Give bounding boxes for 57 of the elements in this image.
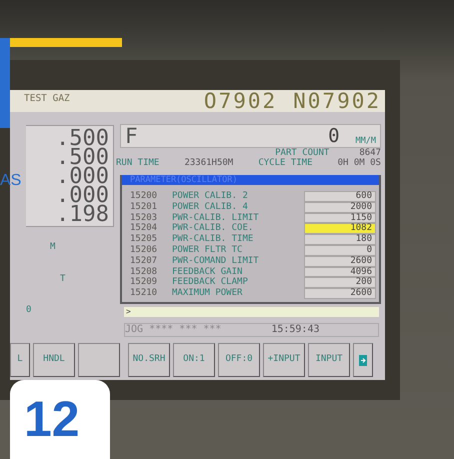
parameter-number: 15203	[130, 212, 158, 223]
feed-label: F	[125, 126, 138, 146]
cycle-time-label: CYCLE TIME	[258, 158, 313, 168]
parameter-value[interactable]: 4096	[304, 266, 376, 278]
parameter-name: PWR-CALIB. TIME	[172, 234, 254, 245]
axis-value: .000	[55, 167, 109, 186]
parameter-number: 15200	[130, 191, 158, 202]
run-time-value: 23361H50M	[184, 158, 234, 168]
parameter-value[interactable]: 2000	[304, 202, 376, 213]
parameter-number: 15207	[130, 256, 158, 267]
cycle-time-value: 0H 0M 0S	[338, 158, 381, 168]
parameter-name: POWER CALIB. 4	[172, 202, 249, 213]
parameter-name: PWR-COMAND LIMIT	[172, 256, 260, 267]
axis-value: .500	[55, 129, 109, 148]
parameter-name: FEEDBACK CLAMP	[172, 277, 249, 288]
parameter-value[interactable]: 2600	[304, 256, 376, 267]
parameter-name: MAXIMUM POWER	[172, 288, 244, 299]
feed-unit: MM/M	[356, 134, 376, 148]
parameter-number: 15205	[130, 234, 158, 245]
modal-label: T	[60, 272, 66, 286]
parameter-name: FEEDBACK GAIN	[172, 266, 244, 277]
parameter-name: POWER CALIB. 2	[172, 191, 249, 202]
parameter-value[interactable]: 600	[304, 191, 376, 202]
parameter-number: 15201	[130, 202, 158, 213]
parameter-value[interactable]: 1150	[304, 212, 376, 224]
parameter-name: PWR-CALIB. COE.	[172, 223, 254, 234]
step-number-badge: 12	[10, 380, 110, 459]
program-number: O7902	[204, 90, 278, 112]
next-page-key[interactable]	[353, 343, 373, 377]
program-title: TEST GAZ	[24, 92, 70, 106]
axis-value: .000	[55, 186, 109, 205]
parameter-value[interactable]: 200	[304, 277, 376, 288]
parameter-number: 15210	[130, 288, 158, 299]
parameter-value[interactable]: 1082	[304, 223, 376, 234]
axis-value: .198	[55, 205, 109, 224]
part-count-value: 8647	[359, 148, 381, 158]
parameter-number: 15209	[130, 277, 158, 288]
modal-label: 0	[26, 304, 32, 317]
soft-key[interactable]	[78, 343, 120, 377]
window-title: PARAMETER(OSCILLATOR)	[122, 175, 379, 185]
parameter-value[interactable]: 0	[304, 244, 376, 256]
parameter-value[interactable]: 180	[304, 234, 376, 245]
mode-status: JOG **** *** ***	[125, 324, 222, 336]
sequence-number: N07902	[293, 90, 381, 112]
parameter-value[interactable]: 2600	[304, 288, 376, 299]
clock-time: 15:59:43	[271, 324, 320, 336]
part-count-label: PART COUNT	[275, 148, 330, 158]
feed-value: 0	[328, 124, 340, 148]
parameter-name: POWER FLTR TC	[172, 244, 244, 256]
parameter-number: 15204	[130, 223, 158, 234]
run-time-label: RUN TIME	[116, 158, 160, 168]
next-arrow-icon	[359, 354, 367, 366]
axis-value: .500	[55, 148, 109, 167]
parameter-number: 15206	[130, 244, 158, 256]
parameter-number: 15208	[130, 266, 158, 277]
modal-label: M	[50, 241, 56, 254]
parameter-name: PWR-CALIB. LIMIT	[172, 212, 260, 223]
